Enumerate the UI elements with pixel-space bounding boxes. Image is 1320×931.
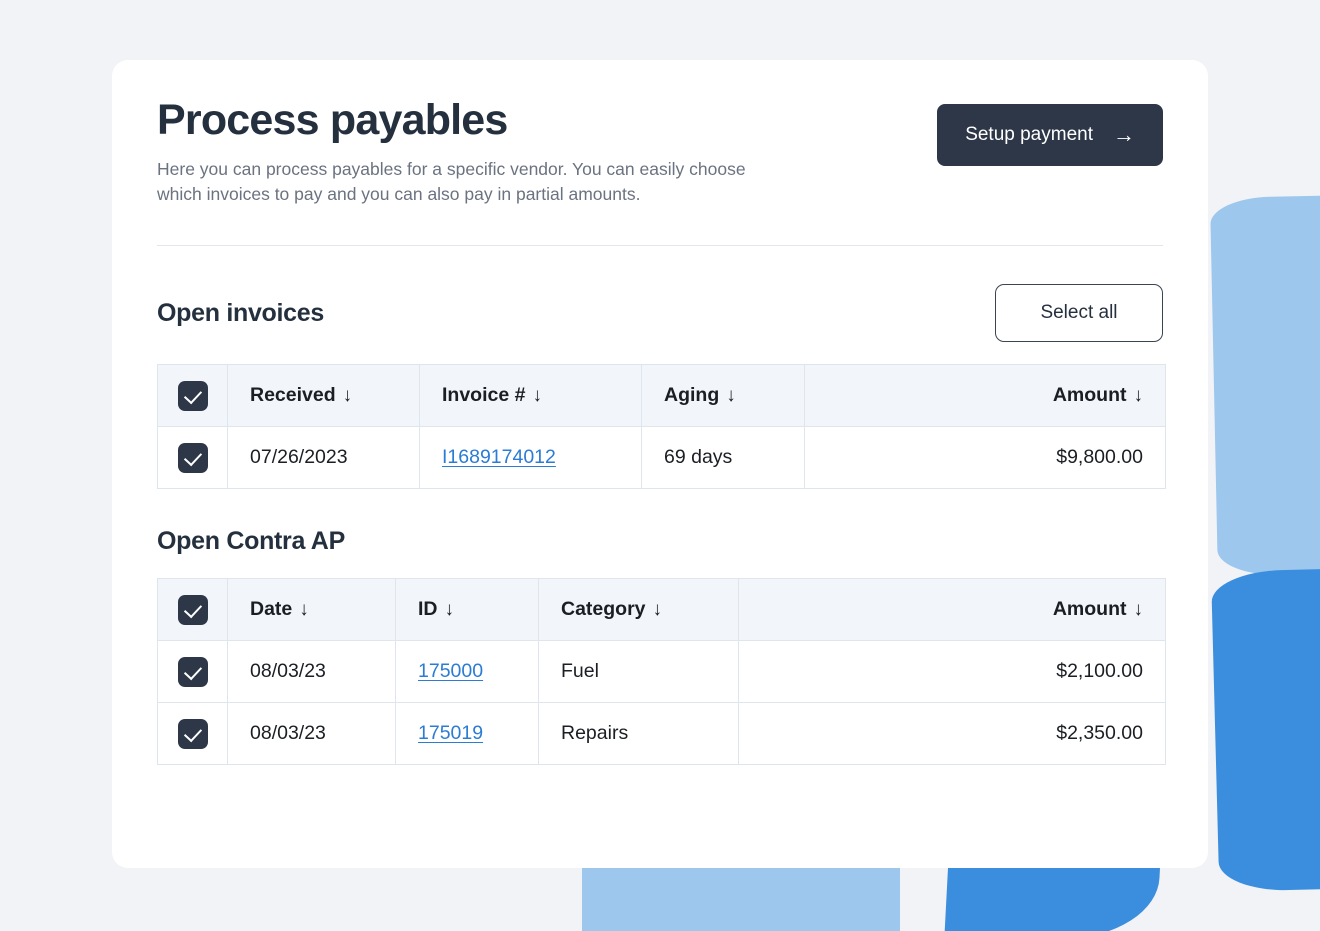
cell-category: Fuel: [538, 640, 739, 704]
open-contra-ap-header: Open Contra AP: [157, 527, 1163, 556]
column-header-received[interactable]: Received ↓: [227, 364, 420, 428]
cell-amount: $2,350.00: [738, 702, 1166, 766]
row-select-cell[interactable]: [157, 640, 228, 704]
column-header-invoice[interactable]: Invoice # ↓: [419, 364, 642, 428]
open-invoices-table: Received ↓ Invoice # ↓ Aging ↓ Amount ↓: [157, 364, 1166, 490]
open-invoices-title: Open invoices: [157, 298, 324, 327]
select-all-header-cell[interactable]: [157, 578, 228, 642]
table-row[interactable]: 08/03/23 175000 Fuel $2,100.00: [157, 640, 1166, 704]
select-all-button[interactable]: Select all: [995, 284, 1163, 343]
decorative-band-blue: [1211, 565, 1320, 892]
row-checkbox[interactable]: [177, 442, 208, 473]
table-row[interactable]: 07/26/2023 I1689174012 69 days $9,800.00: [157, 426, 1166, 490]
arrow-right-icon: →: [1113, 122, 1135, 147]
sort-descending-icon: ↓: [1133, 599, 1144, 621]
cell-received: 07/26/2023: [227, 426, 420, 490]
cell-amount: $2,100.00: [738, 640, 1166, 704]
select-all-header-cell[interactable]: [157, 364, 228, 428]
decorative-band-bottom-light-blue: [582, 868, 900, 931]
contra-ap-link[interactable]: 175019: [418, 722, 483, 744]
table-header-row: Date ↓ ID ↓ Category ↓ Amount ↓: [157, 578, 1166, 642]
cell-category: Repairs: [538, 702, 739, 766]
row-checkbox[interactable]: [177, 718, 208, 749]
column-header-id-label: ID: [418, 598, 438, 621]
sort-descending-icon: ↓: [532, 385, 542, 407]
table-header-row: Received ↓ Invoice # ↓ Aging ↓ Amount ↓: [157, 364, 1166, 428]
cell-invoice[interactable]: I1689174012: [419, 426, 642, 490]
sort-descending-icon: ↓: [726, 385, 736, 407]
cell-aging: 69 days: [641, 426, 805, 490]
page-title: Process payables: [157, 96, 508, 144]
cell-date: 08/03/23: [227, 640, 396, 704]
header-checkbox[interactable]: [177, 594, 208, 625]
row-select-cell[interactable]: [157, 426, 228, 490]
decorative-band-bottom-blue: [944, 868, 1160, 931]
sort-descending-icon: ↓: [299, 599, 309, 621]
process-payables-card: Process payables Here you can process pa…: [112, 60, 1208, 868]
column-header-amount-label: Amount: [1052, 384, 1127, 407]
column-header-category-label: Category: [561, 598, 646, 621]
header-divider: [157, 245, 1163, 247]
contra-ap-link[interactable]: 175000: [418, 660, 483, 682]
row-checkbox[interactable]: [177, 656, 208, 687]
setup-payment-button[interactable]: Setup payment →: [937, 104, 1163, 166]
column-header-id[interactable]: ID ↓: [395, 578, 539, 642]
open-contra-ap-table: Date ↓ ID ↓ Category ↓ Amount ↓ 08/03/23…: [157, 578, 1166, 766]
sort-descending-icon: ↓: [444, 599, 455, 621]
sort-descending-icon: ↓: [652, 599, 663, 621]
column-header-invoice-label: Invoice #: [442, 384, 526, 407]
page-description: Here you can process payables for a spec…: [157, 159, 746, 205]
card-header: Process payables Here you can process pa…: [157, 96, 1163, 207]
column-header-aging-label: Aging: [664, 384, 720, 407]
cell-id[interactable]: 175000: [395, 640, 539, 704]
cell-date: 08/03/23: [227, 702, 396, 766]
sort-descending-icon: ↓: [342, 385, 353, 407]
open-contra-ap-title: Open Contra AP: [157, 527, 345, 556]
header-checkbox[interactable]: [177, 380, 208, 411]
decorative-band-light-blue: [1210, 192, 1320, 576]
header-text-block: Process payables Here you can process pa…: [157, 96, 757, 207]
open-invoices-header: Open invoices Select all: [157, 284, 1163, 343]
column-header-date-label: Date: [250, 598, 293, 621]
column-header-aging[interactable]: Aging ↓: [641, 364, 805, 428]
column-header-amount[interactable]: Amount ↓: [804, 364, 1166, 428]
column-header-amount-label: Amount: [1052, 598, 1127, 621]
cell-amount: $9,800.00: [804, 426, 1166, 490]
table-row[interactable]: 08/03/23 175019 Repairs $2,350.00: [157, 702, 1166, 766]
invoice-link[interactable]: I1689174012: [442, 446, 556, 468]
row-select-cell[interactable]: [157, 702, 228, 766]
setup-payment-label: Setup payment: [965, 124, 1093, 145]
column-header-date[interactable]: Date ↓: [227, 578, 396, 642]
column-header-category[interactable]: Category ↓: [538, 578, 739, 642]
column-header-amount[interactable]: Amount ↓: [738, 578, 1166, 642]
column-header-received-label: Received: [250, 384, 336, 407]
sort-descending-icon: ↓: [1133, 385, 1144, 407]
cell-id[interactable]: 175019: [395, 702, 539, 766]
